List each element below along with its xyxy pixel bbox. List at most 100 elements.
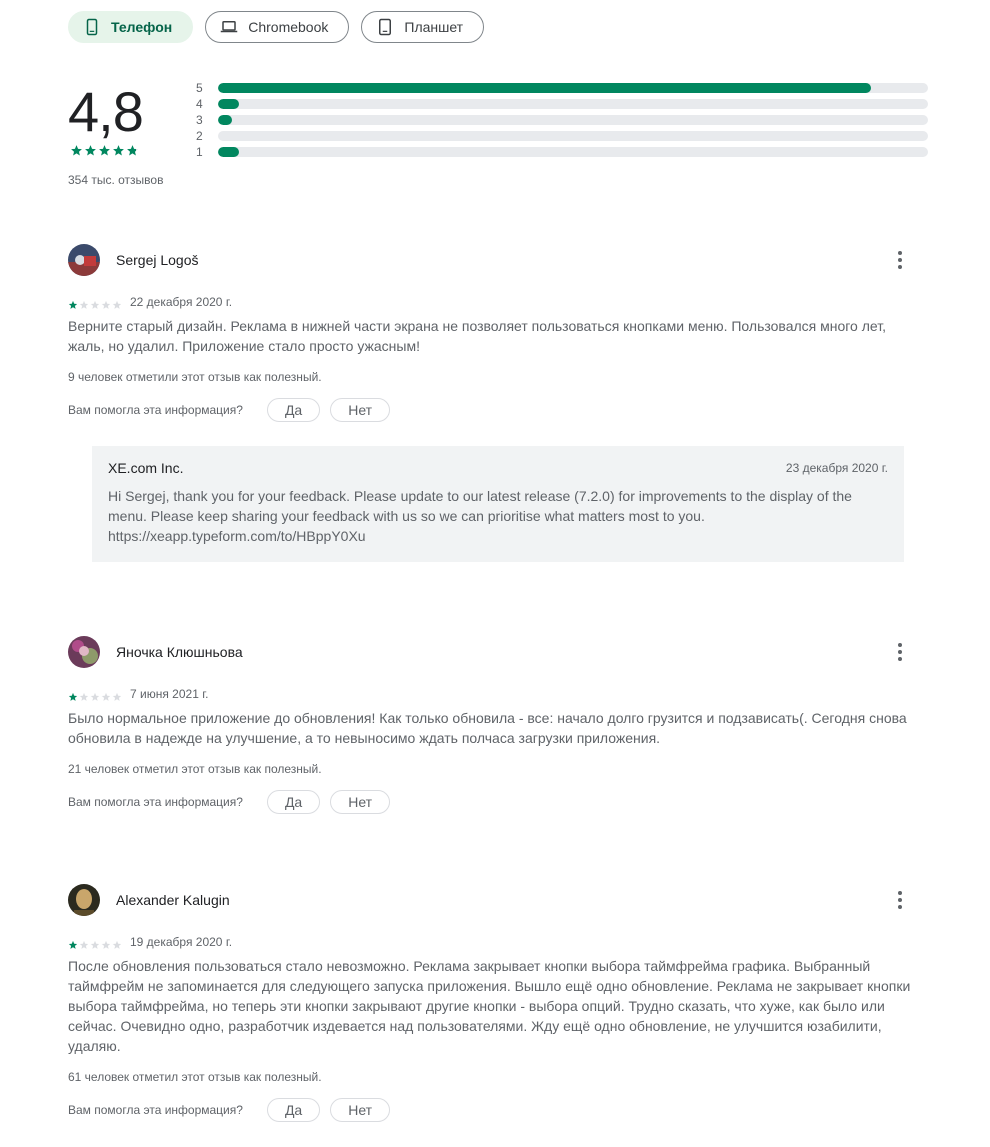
star-icon (101, 689, 111, 701)
feedback-question: Вам помогла эта информация? (68, 795, 243, 809)
star-icon (98, 144, 111, 157)
histogram-label: 2 (196, 129, 203, 143)
histogram-fill (218, 83, 872, 93)
star-icon (68, 297, 78, 309)
reply-header: XE.com Inc. 23 декабря 2020 г. (108, 460, 888, 476)
histogram-track (218, 83, 928, 93)
review-author: Яночка Клюшньова (116, 644, 243, 660)
histogram-label: 1 (196, 145, 203, 159)
review-date: 7 июня 2021 г. (130, 687, 209, 701)
review-card: Sergej Logoš 22 декабря 2020 г. Верните … (68, 244, 930, 562)
more-options-icon[interactable] (888, 640, 912, 664)
review-stars (68, 937, 122, 949)
reply-text: Hi Sergej, thank you for your feedback. … (108, 488, 852, 544)
histogram-track (218, 99, 928, 109)
star-icon (70, 144, 83, 157)
chip-phone[interactable]: Телефон (68, 11, 194, 43)
review-header: Alexander Kalugin (68, 884, 930, 916)
average-stars (70, 144, 139, 157)
review-count: 354 тыс. отзывов (68, 173, 164, 187)
chip-chromebook[interactable]: Chromebook (205, 11, 350, 43)
review-header: Яночка Клюшньова (68, 636, 930, 668)
star-icon (101, 297, 111, 309)
star-icon (112, 689, 122, 701)
tablet-icon (376, 18, 394, 36)
review-stars (68, 689, 122, 701)
histogram-row: 5 (196, 80, 930, 96)
phone-icon (83, 18, 101, 36)
review-text: Верните старый дизайн. Реклама в нижней … (68, 318, 886, 354)
rating-histogram: 5 4 3 2 1 (196, 80, 930, 160)
laptop-icon (220, 18, 238, 36)
histogram-track (218, 115, 928, 125)
feedback-question: Вам помогла эта информация? (68, 1103, 243, 1117)
feedback-question: Вам помогла эта информация? (68, 403, 243, 417)
reply-date: 23 декабря 2020 г. (785, 461, 888, 475)
star-icon (112, 297, 122, 309)
review-date: 22 декабря 2020 г. (130, 295, 233, 309)
chip-phone-label: Телефон (111, 19, 173, 35)
more-options-icon[interactable] (888, 248, 912, 272)
yes-button[interactable]: Да (266, 1098, 321, 1122)
no-button[interactable]: Нет (330, 398, 391, 422)
star-icon (101, 937, 111, 949)
review-card: Яночка Клюшньова 7 июня 2021 г. Было нор… (68, 636, 930, 814)
feedback-row: Вам помогла эта информация? Да Нет (68, 790, 930, 814)
review-stars (68, 297, 122, 309)
review-author: Alexander Kalugin (116, 892, 230, 908)
avatar (68, 244, 100, 276)
star-icon (112, 937, 122, 949)
helpful-count: 21 человек отметил этот отзыв как полезн… (68, 762, 322, 776)
histogram-track (218, 147, 928, 157)
star-icon (90, 937, 100, 949)
average-rating: 4,8 (68, 80, 144, 143)
chip-tablet-label: Планшет (404, 19, 464, 35)
star-icon (84, 144, 97, 157)
reply-developer: XE.com Inc. (108, 460, 184, 476)
more-options-icon[interactable] (888, 888, 912, 912)
rating-summary: 4,8 354 тыс. отзывов 5 4 3 2 1 (68, 80, 930, 200)
histogram-track (218, 131, 928, 141)
histogram-row: 4 (196, 96, 930, 112)
yes-button[interactable]: Да (266, 398, 321, 422)
histogram-row: 1 (196, 144, 930, 160)
no-button[interactable]: Нет (330, 1098, 391, 1122)
histogram-label: 5 (196, 81, 203, 95)
review-meta: 7 июня 2021 г. (68, 686, 930, 702)
star-icon (79, 689, 89, 701)
review-date: 19 декабря 2020 г. (130, 935, 233, 949)
avatar (68, 636, 100, 668)
feedback-row: Вам помогла эта информация? Да Нет (68, 398, 930, 422)
histogram-row: 3 (196, 112, 930, 128)
histogram-row: 2 (196, 128, 930, 144)
review-text: Было нормальное приложение до обновления… (68, 710, 907, 746)
avatar (68, 884, 100, 916)
yes-button[interactable]: Да (266, 790, 321, 814)
helpful-count: 61 человек отметил этот отзыв как полезн… (68, 1070, 322, 1084)
star-icon (90, 689, 100, 701)
histogram-label: 4 (196, 97, 203, 111)
star-icon (68, 937, 78, 949)
device-filter-chips: Телефон Chromebook Планшет (68, 11, 485, 43)
helpful-count: 9 человек отметили этот отзыв как полезн… (68, 370, 322, 384)
chip-tablet[interactable]: Планшет (361, 11, 485, 43)
star-icon (79, 297, 89, 309)
review-meta: 19 декабря 2020 г. (68, 934, 930, 950)
review-meta: 22 декабря 2020 г. (68, 294, 930, 310)
review-author: Sergej Logoš (116, 252, 199, 268)
review-text: После обновления пользоваться стало нево… (68, 958, 911, 1054)
star-icon (90, 297, 100, 309)
feedback-row: Вам помогла эта информация? Да Нет (68, 1098, 930, 1122)
histogram-fill (218, 147, 240, 157)
star-icon (79, 937, 89, 949)
star-icon (112, 144, 125, 157)
star-icon (126, 144, 139, 157)
chip-chromebook-label: Chromebook (248, 19, 329, 35)
developer-reply: XE.com Inc. 23 декабря 2020 г. Hi Sergej… (92, 446, 904, 562)
histogram-fill (218, 99, 240, 109)
star-icon (68, 689, 78, 701)
histogram-fill (218, 115, 233, 125)
no-button[interactable]: Нет (330, 790, 391, 814)
review-card: Alexander Kalugin 19 декабря 2020 г. Пос… (68, 884, 930, 1122)
histogram-label: 3 (196, 113, 203, 127)
